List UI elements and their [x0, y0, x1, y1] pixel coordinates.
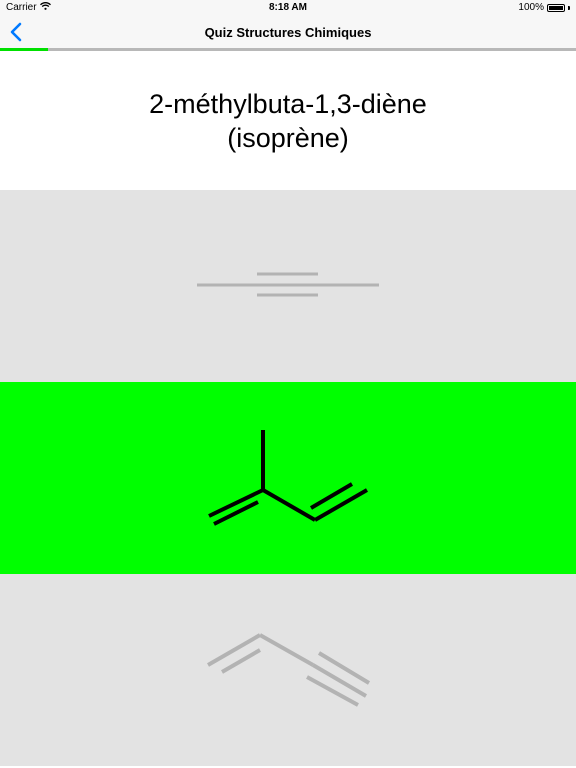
nav-title: Quiz Structures Chimiques: [204, 25, 372, 40]
battery-percent: 100%: [518, 2, 544, 13]
status-right: 100%: [518, 2, 570, 13]
navigation-bar: Quiz Structures Chimiques: [0, 16, 576, 48]
question-common-name: (isoprène): [227, 122, 349, 153]
triple-bond-structure-icon: [197, 272, 379, 297]
isoprene-structure-icon: [208, 430, 368, 526]
question-area: 2-méthylbuta-1,3-diène (isoprène): [0, 51, 576, 190]
battery-tip: [568, 5, 570, 10]
battery-icon: [547, 3, 565, 12]
but-1-en-3-yne-structure-icon: [207, 633, 371, 707]
answer-option-3[interactable]: [0, 574, 576, 766]
answer-option-2[interactable]: [0, 382, 576, 574]
question-name: 2-méthylbuta-1,3-diène: [149, 88, 427, 119]
status-bar: Carrier 8:18 AM 100%: [0, 0, 576, 16]
status-time: 8:18 AM: [269, 2, 307, 13]
answer-option-1[interactable]: [0, 190, 576, 382]
